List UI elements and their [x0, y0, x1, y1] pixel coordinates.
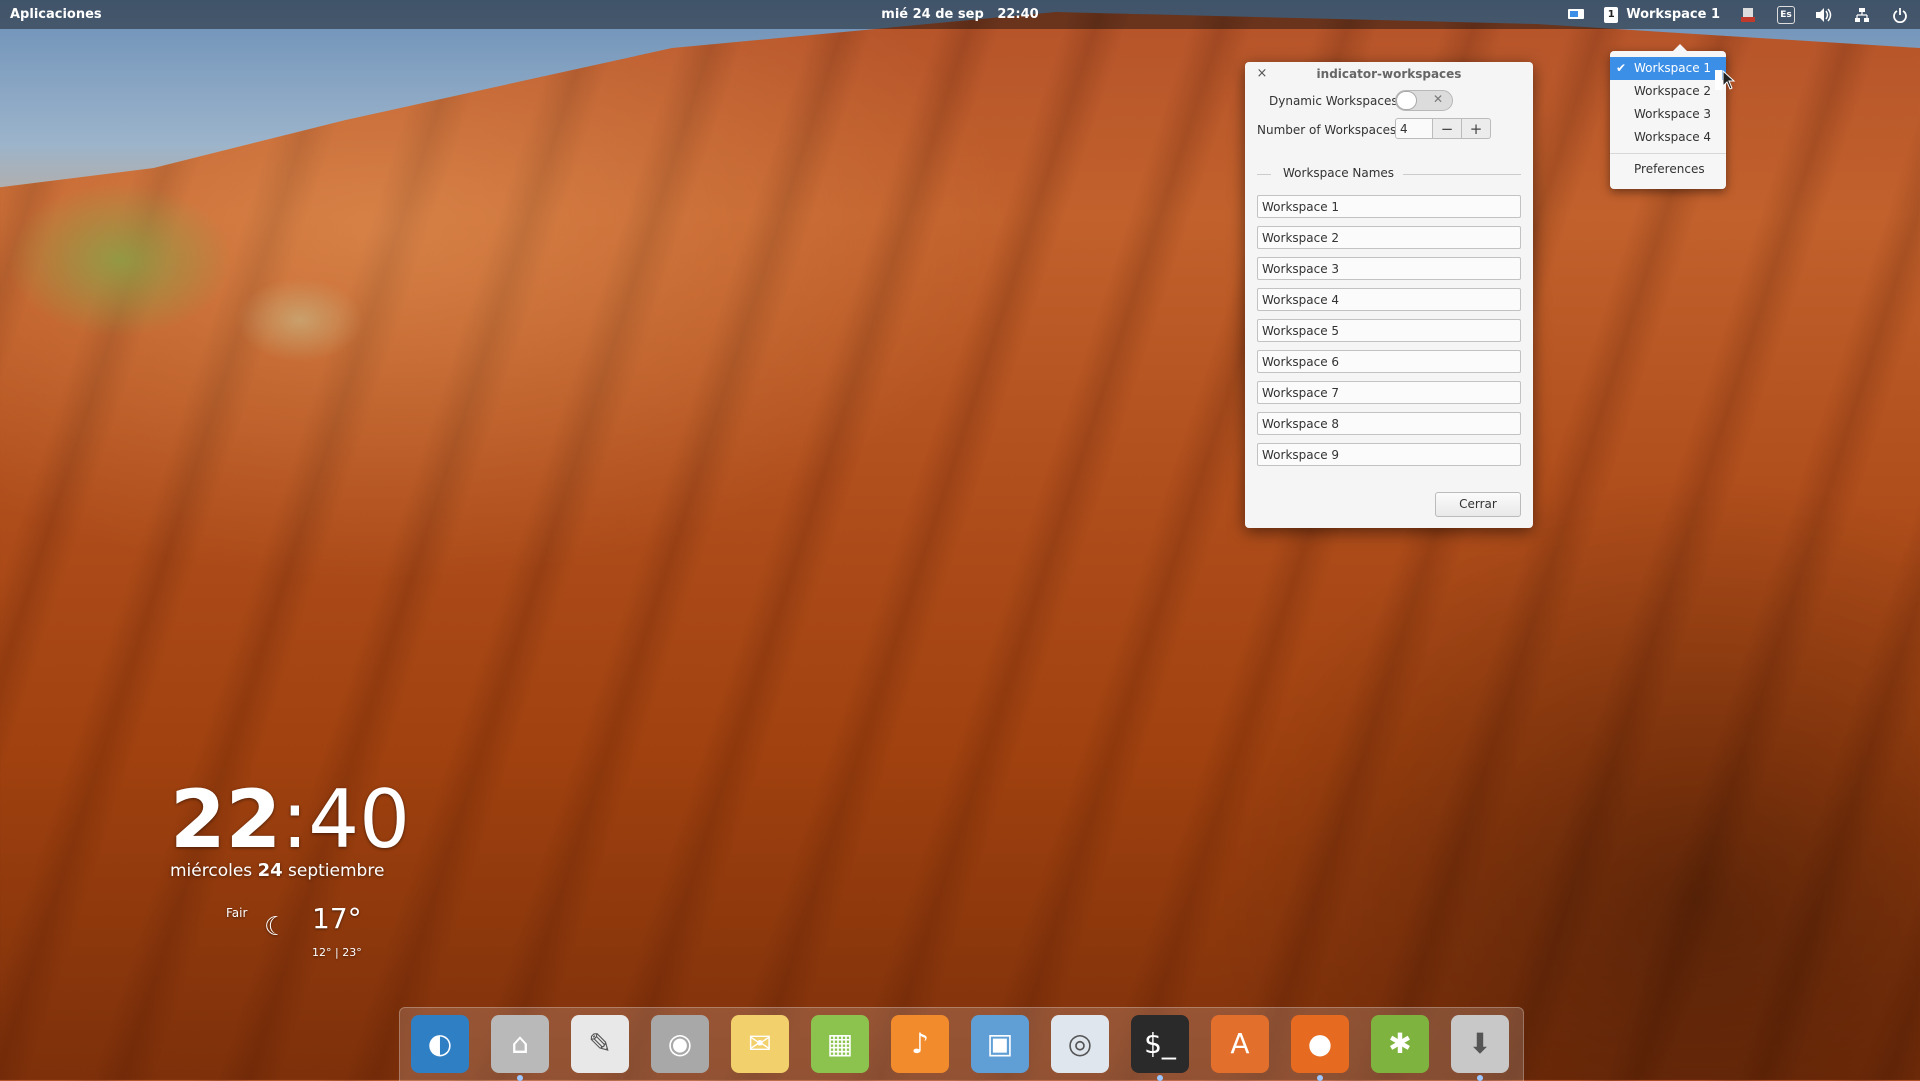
keyboard-layout-indicator[interactable]: Es — [1776, 5, 1796, 25]
text-editor-icon[interactable]: ✎ — [571, 1015, 629, 1073]
workspace-name-field-4[interactable] — [1257, 288, 1521, 311]
workspace-menu-item-4[interactable]: Workspace 4 — [1610, 126, 1726, 149]
workspace-name-field-3[interactable] — [1257, 257, 1521, 280]
desktop-clock-widget: 22:40 miércoles 24 septiembre — [170, 780, 410, 882]
midori-browser-icon[interactable]: ◐ — [411, 1015, 469, 1073]
workspace-indicator-label: Workspace 1 — [1626, 7, 1720, 22]
bug-glyph: ✱ — [1388, 1027, 1412, 1060]
workspace-name-field-8[interactable] — [1257, 412, 1521, 435]
workspace-name-field-5[interactable] — [1257, 319, 1521, 342]
mail-icon[interactable]: ✉ — [731, 1015, 789, 1073]
preferences-dialog: × indicator-workspaces Dynamic Workspace… — [1245, 62, 1533, 528]
menu-separator — [1610, 153, 1726, 154]
switch-off-icon: ✕ — [1432, 92, 1443, 106]
dialog-title: indicator-workspaces — [1316, 67, 1462, 81]
cerrar-button[interactable]: Cerrar — [1435, 492, 1521, 517]
decrement-button[interactable]: − — [1433, 118, 1462, 139]
panel-clock[interactable]: mié 24 de sep 22:40 — [881, 7, 1038, 22]
number-of-workspaces-label: Number of Workspaces — [1257, 123, 1397, 137]
calendar-glyph: ▦ — [826, 1027, 854, 1060]
dynamic-workspaces-switch[interactable]: ✕ — [1395, 90, 1453, 111]
terminal-glyph: $_ — [1144, 1027, 1176, 1060]
weather-temperature: 17° — [312, 902, 362, 935]
workspace-name-field-1[interactable] — [1257, 195, 1521, 218]
check-icon: ✔ — [1616, 61, 1627, 75]
workspaces-count-input[interactable] — [1395, 118, 1433, 139]
bug-icon[interactable]: ✱ — [1371, 1015, 1429, 1073]
running-indicator — [1317, 1075, 1323, 1081]
files-glyph: ⌂ — [511, 1027, 529, 1060]
camera-icon[interactable]: ◉ — [651, 1015, 709, 1073]
firefox-glyph: ● — [1307, 1027, 1333, 1060]
calendar-icon[interactable]: ▦ — [811, 1015, 869, 1073]
photos-icon[interactable]: ▣ — [971, 1015, 1029, 1073]
workspace-indicator[interactable]: 1 Workspace 1 — [1604, 6, 1720, 23]
settings-glyph: ◎ — [1067, 1027, 1093, 1060]
workspace-menu-item-2[interactable]: Workspace 2 — [1610, 80, 1726, 103]
weather-condition: Fair — [226, 906, 248, 920]
workspace-menu-item-3[interactable]: Workspace 3 — [1610, 103, 1726, 126]
desktop-date-month: septiembre — [288, 861, 385, 881]
terminal-icon[interactable]: $_ — [1131, 1015, 1189, 1081]
workspace-number-badge: 1 — [1604, 6, 1619, 23]
power-icon[interactable] — [1890, 5, 1910, 25]
workspace-menu-item-label: Workspace 4 — [1634, 130, 1712, 144]
photos-glyph: ▣ — [986, 1027, 1014, 1060]
software-center-icon[interactable]: A — [1211, 1015, 1269, 1073]
workspace-menu-item-label: Workspace 3 — [1634, 107, 1712, 121]
workspace-menu: ✔ Workspace 1 Workspace 2 Workspace 3 Wo… — [1610, 44, 1726, 189]
moon-icon: ☾ — [264, 912, 288, 942]
panel-indicators: 1 Workspace 1 Es — [1566, 0, 1910, 29]
weather-widget: Fair ☾ 17° 12° | 23° — [226, 902, 386, 972]
wallpaper-grass — [0, 60, 380, 380]
desktop-clock-hours: 22 — [170, 773, 282, 866]
desktop-date-day: 24 — [257, 860, 283, 881]
music-icon[interactable]: ♪ — [891, 1015, 949, 1073]
desktop-date: miércoles 24 septiembre — [170, 860, 410, 881]
workspace-name-field-2[interactable] — [1257, 226, 1521, 249]
midori-browser-glyph: ◐ — [427, 1027, 453, 1060]
workspace-name-field-9[interactable] — [1257, 443, 1521, 466]
keyboard-layout-label: Es — [1777, 5, 1795, 24]
volume-icon[interactable] — [1814, 5, 1834, 25]
display-indicator-icon[interactable] — [1566, 5, 1586, 25]
running-indicator — [517, 1075, 523, 1081]
applications-menu[interactable]: Aplicaciones — [10, 0, 102, 29]
firefox-icon[interactable]: ● — [1291, 1015, 1349, 1081]
usb-indicator-icon[interactable] — [1738, 5, 1758, 25]
top-panel: Aplicaciones mié 24 de sep 22:40 1 Works… — [0, 0, 1920, 29]
music-glyph: ♪ — [911, 1027, 929, 1060]
dynamic-workspaces-label: Dynamic Workspaces — [1269, 94, 1398, 108]
text-editor-glyph: ✎ — [588, 1027, 612, 1060]
mouse-cursor-icon — [1715, 70, 1736, 90]
workspace-menu-item-1[interactable]: ✔ Workspace 1 — [1610, 57, 1726, 80]
dock: ◐ ⌂ ✎ ◉ ✉ ▦ ♪ ▣ ◎ $_ A ● ✱ ⬇ — [399, 1007, 1524, 1081]
preferences-menu-item[interactable]: Preferences — [1610, 158, 1726, 181]
workspace-names-section: Workspace Names — [1257, 166, 1521, 182]
switch-knob — [1396, 91, 1417, 110]
desktop-clock-minutes: 40 — [308, 773, 411, 866]
installer-glyph: ⬇ — [1468, 1027, 1492, 1060]
workspace-name-field-6[interactable] — [1257, 350, 1521, 373]
workspace-menu-item-label: Workspace 1 — [1634, 61, 1712, 75]
mail-glyph: ✉ — [748, 1027, 772, 1060]
workspaces-count-stepper: − + — [1395, 118, 1491, 141]
section-title: Workspace Names — [1283, 166, 1395, 180]
workspace-menu-item-label: Workspace 2 — [1634, 84, 1712, 98]
desktop-date-weekday: miércoles — [170, 861, 253, 881]
weather-range: 12° | 23° — [312, 946, 362, 959]
workspace-name-field-7[interactable] — [1257, 381, 1521, 404]
camera-glyph: ◉ — [667, 1027, 693, 1060]
installer-icon[interactable]: ⬇ — [1451, 1015, 1509, 1081]
desktop-time: 22:40 — [170, 780, 410, 860]
software-center-glyph: A — [1230, 1027, 1250, 1060]
running-indicator — [1477, 1075, 1483, 1081]
settings-icon[interactable]: ◎ — [1051, 1015, 1109, 1073]
files-icon[interactable]: ⌂ — [491, 1015, 549, 1081]
running-indicator — [1157, 1075, 1163, 1081]
network-icon[interactable] — [1852, 5, 1872, 25]
desktop-clock-colon: : — [281, 773, 309, 866]
increment-button[interactable]: + — [1462, 118, 1491, 139]
